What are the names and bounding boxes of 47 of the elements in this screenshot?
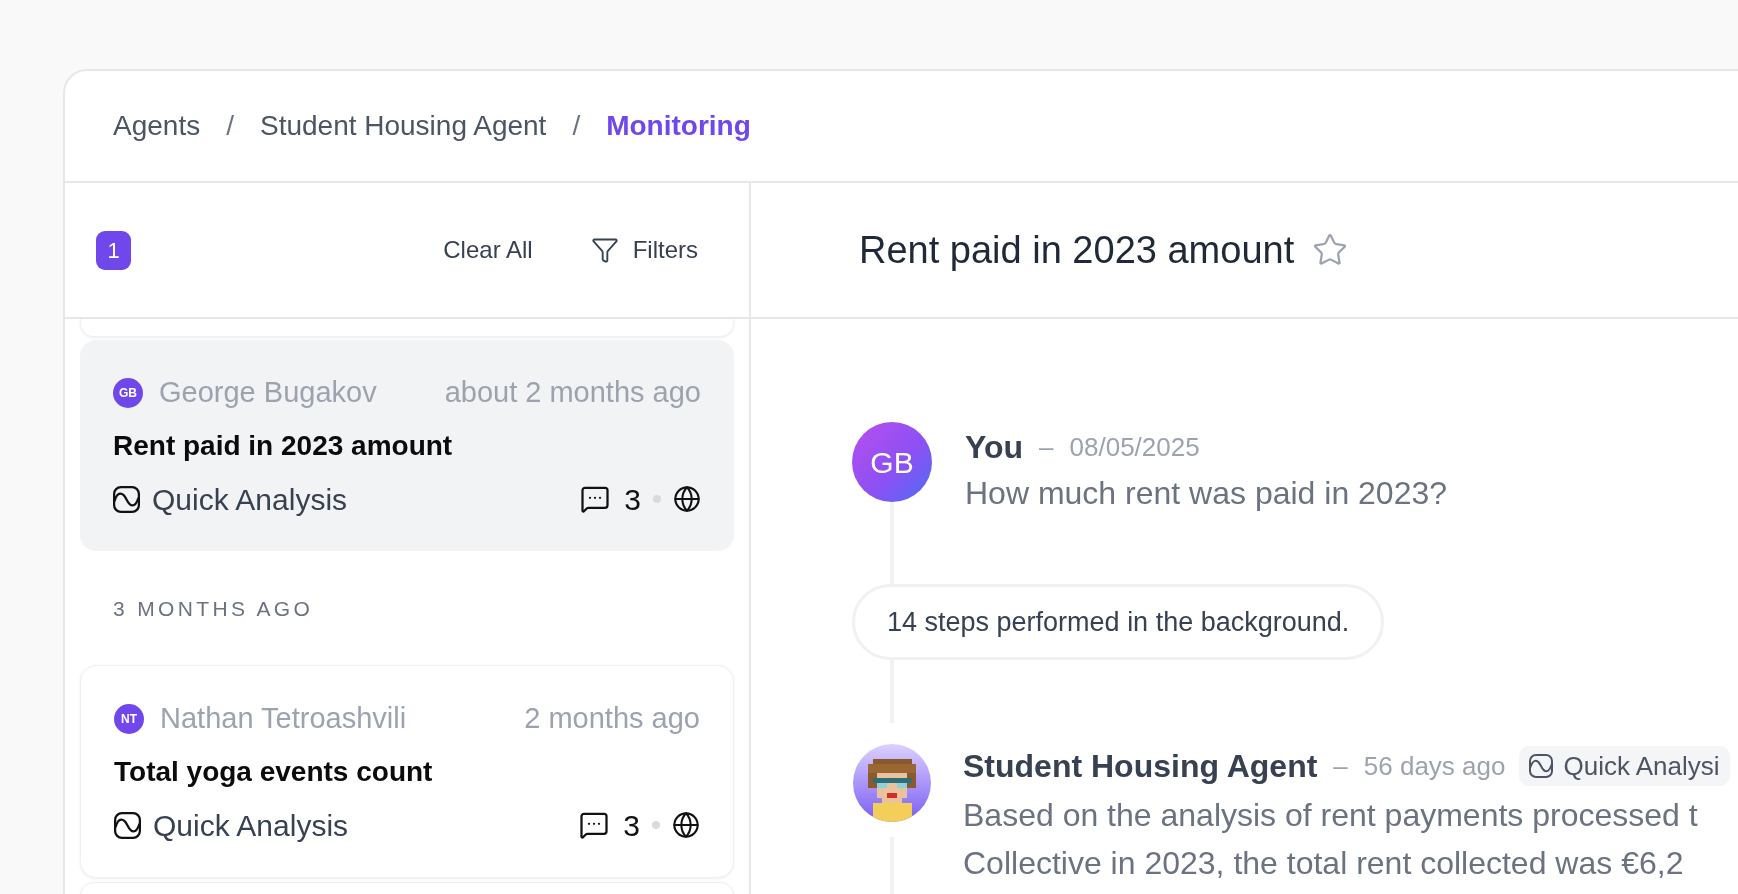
timestamp: 56 days ago <box>1363 749 1506 783</box>
breadcrumb-link[interactable]: Agents <box>113 105 201 147</box>
timestamp: 08/05/2025 <box>1069 430 1200 464</box>
section-heading: 3 MONTHS AGO <box>112 596 315 622</box>
author-name: You <box>965 428 1024 467</box>
wave-chart-icon <box>1529 754 1554 778</box>
message-text: Based on the analysis of rent payments processed t Collective in 2023, the total rent collected was €6,2 <box>963 796 1699 883</box>
author-name: Nathan Tetroashvili <box>160 701 407 737</box>
wave-chart-icon <box>114 811 141 839</box>
conversation-heading: Rent paid in 2023 amount <box>859 227 1295 273</box>
analysis-tag-label: Quick Analysi <box>1563 749 1720 783</box>
breadcrumb-link[interactable]: Student Housing Agent <box>259 105 547 147</box>
conversation-title: Total yoga events count <box>114 755 433 789</box>
star-button[interactable] <box>1312 232 1349 268</box>
clear-all-button[interactable]: Clear All <box>443 232 533 268</box>
conversation-card[interactable]: GB George Bugakov about 2 months ago Rent paid in 2023 amount Quick Analysis 3 <box>80 340 734 551</box>
filter-icon <box>590 236 619 264</box>
conversation-card[interactable]: NT Nathan Tetroashvili 2 months ago Total yoga events count Quick Analysis 3 <box>80 665 734 878</box>
comment-count: 3 <box>624 481 641 518</box>
analysis-type-label: Quick Analysis <box>152 481 348 518</box>
author-name: Student Housing Agent <box>963 747 1318 786</box>
breadcrumb-link[interactable]: Monitoring <box>606 105 751 147</box>
timestamp: 2 months ago <box>524 701 700 737</box>
chat-bubble-icon <box>580 484 611 514</box>
filters-button[interactable]: Filters <box>590 232 698 268</box>
dash-separator: – <box>1333 749 1348 783</box>
breadcrumb-separator: / <box>572 109 581 143</box>
wave-chart-icon <box>113 485 140 513</box>
conversation-title: Rent paid in 2023 amount <box>113 429 453 463</box>
breadcrumb-separator: / <box>226 109 234 143</box>
author-avatar: NT <box>114 704 144 734</box>
author-avatar: GB <box>113 378 143 408</box>
filters-label: Filters <box>632 235 698 265</box>
star-icon <box>1312 232 1349 268</box>
message-text: How much rent was paid in 2023? <box>965 474 1448 513</box>
steps-summary-pill[interactable]: 14 steps performed in the background. <box>852 584 1385 660</box>
timestamp: about 2 months ago <box>444 375 701 411</box>
analysis-type-label: Quick Analysis <box>153 807 349 844</box>
globe-icon <box>673 485 701 513</box>
user-avatar: GB <box>852 422 932 502</box>
author-name: George Bugakov <box>159 375 377 411</box>
filter-count-badge: 1 <box>96 230 131 270</box>
dash-separator: – <box>1039 430 1054 464</box>
chat-bubble-icon <box>579 810 610 840</box>
globe-icon <box>672 811 700 839</box>
comment-count: 3 <box>623 807 640 844</box>
conversation-card[interactable] <box>80 319 734 337</box>
